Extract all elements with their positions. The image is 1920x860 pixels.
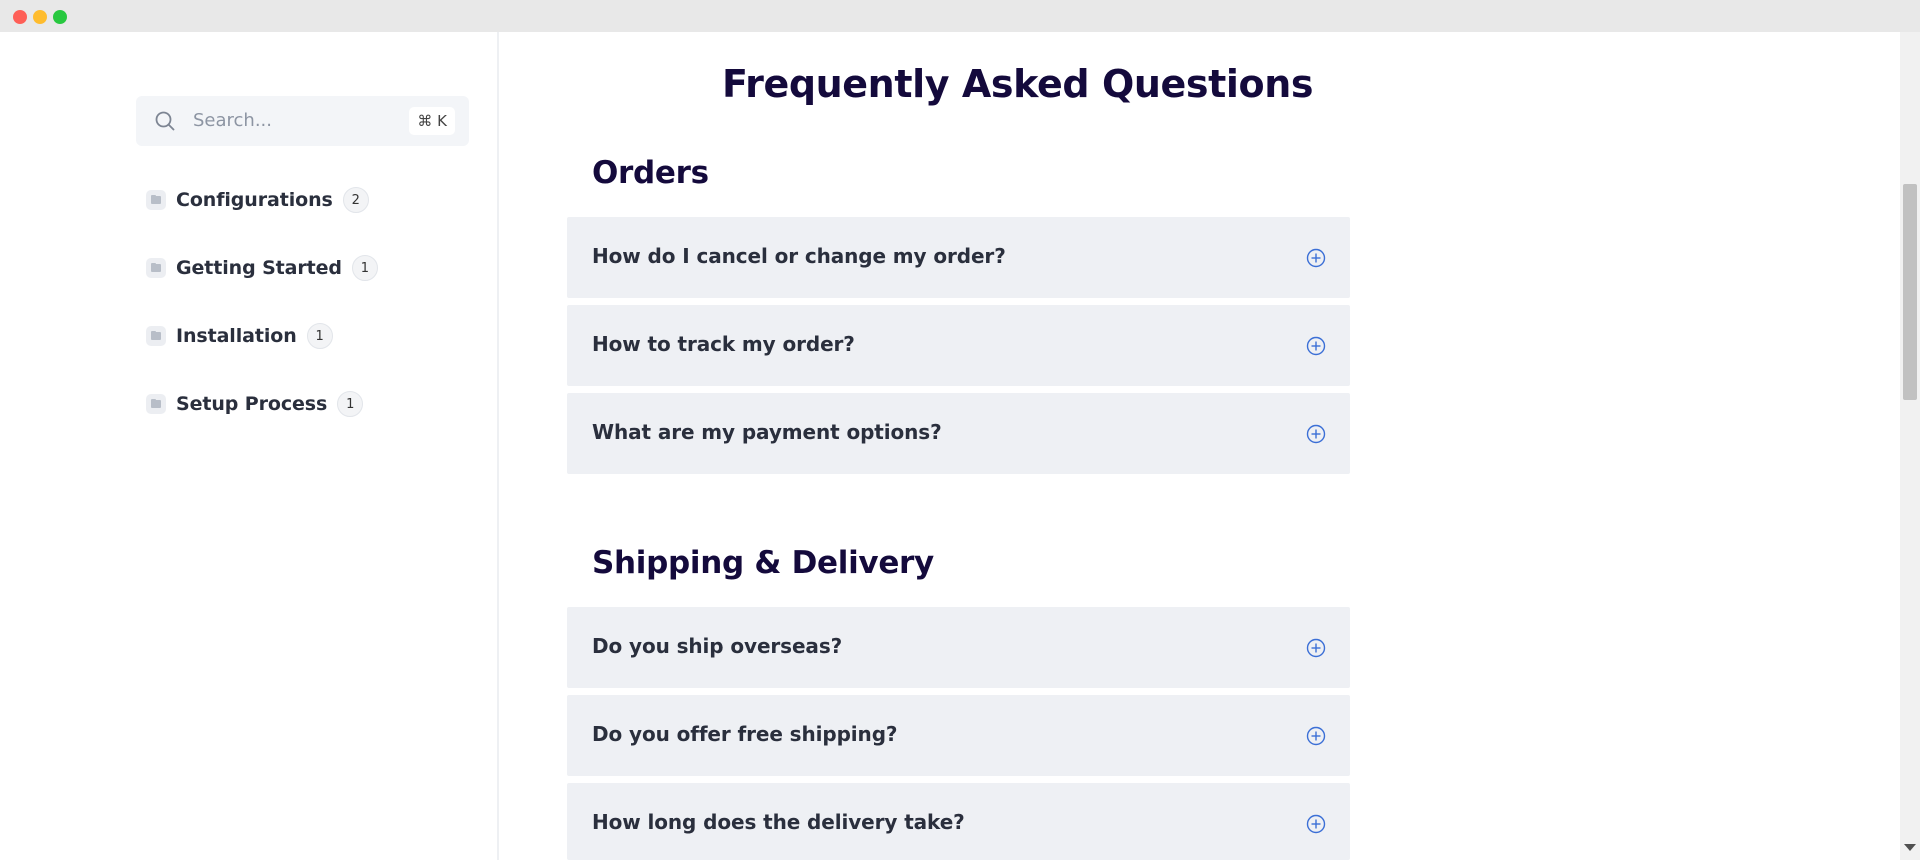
sidebar-item-label: Configurations <box>176 189 333 211</box>
page-title: Frequently Asked Questions <box>722 62 1314 106</box>
faq-question: What are my payment options? <box>592 420 942 444</box>
sidebar: Search... ⌘ K Configurations 2 Getting S… <box>0 32 499 860</box>
faq-question: How do I cancel or change my order? <box>592 244 1006 268</box>
faq-item[interactable]: Do you ship overseas? <box>567 607 1350 688</box>
close-window-button[interactable] <box>13 10 27 24</box>
faq-item[interactable]: What are my payment options? <box>567 393 1350 474</box>
faq-question: How long does the delivery take? <box>592 810 965 834</box>
plus-circle-icon[interactable] <box>1306 248 1326 268</box>
maximize-window-button[interactable] <box>53 10 67 24</box>
sidebar-item-label: Installation <box>176 325 297 347</box>
vertical-scrollbar[interactable] <box>1900 32 1920 860</box>
count-badge: 1 <box>337 391 364 417</box>
scrollbar-thumb[interactable] <box>1903 184 1917 400</box>
folder-icon <box>146 258 166 278</box>
count-badge: 1 <box>351 255 378 281</box>
section-title-orders: Orders <box>592 155 709 191</box>
window-titlebar <box>0 0 1920 32</box>
plus-circle-icon[interactable] <box>1306 424 1326 444</box>
search-input[interactable]: Search... ⌘ K <box>136 96 469 146</box>
minimize-window-button[interactable] <box>33 10 47 24</box>
count-badge: 2 <box>342 187 369 213</box>
plus-circle-icon[interactable] <box>1306 638 1326 658</box>
search-icon <box>155 111 175 131</box>
search-shortcut-hint: ⌘ K <box>409 107 455 135</box>
sidebar-item-label: Getting Started <box>176 257 342 279</box>
faq-question: Do you ship overseas? <box>592 634 843 658</box>
sidebar-item-installation[interactable]: Installation 1 <box>146 321 333 351</box>
sidebar-item-setup-process[interactable]: Setup Process 1 <box>146 389 364 419</box>
section-title-shipping: Shipping & Delivery <box>592 545 934 581</box>
sidebar-item-configurations[interactable]: Configurations 2 <box>146 185 369 215</box>
count-badge: 1 <box>306 323 333 349</box>
plus-circle-icon[interactable] <box>1306 336 1326 356</box>
faq-question: Do you offer free shipping? <box>592 722 898 746</box>
scroll-down-arrow-icon[interactable] <box>1904 844 1916 851</box>
faq-item[interactable]: How do I cancel or change my order? <box>567 217 1350 298</box>
plus-circle-icon[interactable] <box>1306 726 1326 746</box>
faq-item[interactable]: How to track my order? <box>567 305 1350 386</box>
sidebar-item-label: Setup Process <box>176 393 328 415</box>
folder-icon <box>146 326 166 346</box>
folder-icon <box>146 394 166 414</box>
plus-circle-icon[interactable] <box>1306 814 1326 834</box>
folder-icon <box>146 190 166 210</box>
sidebar-item-getting-started[interactable]: Getting Started 1 <box>146 253 378 283</box>
faq-item[interactable]: Do you offer free shipping? <box>567 695 1350 776</box>
faq-item[interactable]: How long does the delivery take? <box>567 783 1350 860</box>
search-placeholder: Search... <box>193 110 273 131</box>
faq-question: How to track my order? <box>592 332 855 356</box>
